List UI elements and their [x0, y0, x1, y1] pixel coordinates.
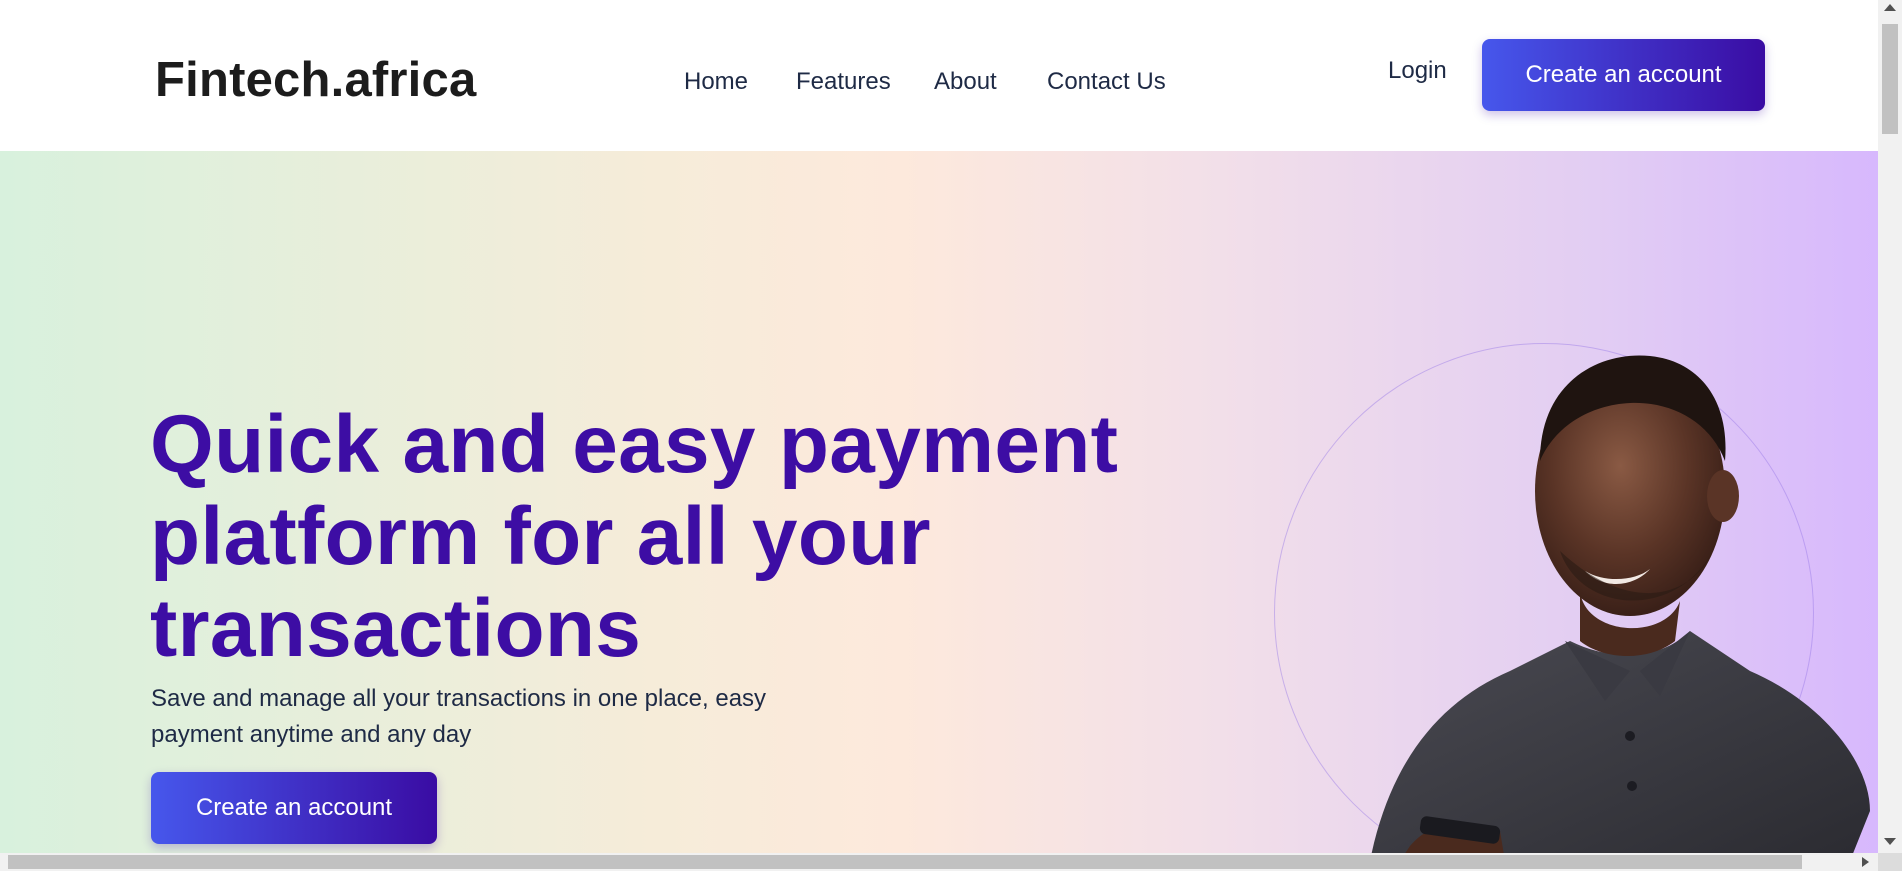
- vertical-scrollbar[interactable]: [1878, 0, 1902, 853]
- horizontal-scrollbar-thumb[interactable]: [8, 855, 1802, 869]
- nav-item-home[interactable]: Home: [684, 68, 748, 96]
- hero-subtext: Save and manage all your transactions in…: [151, 685, 767, 748]
- scrollbar-corner: [1878, 853, 1902, 871]
- site-header: Fintech.africa Home Features About Conta…: [0, 0, 1878, 151]
- vertical-scrollbar-thumb[interactable]: [1882, 24, 1898, 134]
- hero-headline: Quick and easy payment platform for all …: [150, 399, 1119, 674]
- login-link[interactable]: Login: [1388, 57, 1447, 85]
- hero-create-account-button[interactable]: Create an account: [151, 772, 437, 844]
- page-viewport: Fintech.africa Home Features About Conta…: [0, 0, 1878, 853]
- chevron-down-icon[interactable]: [1884, 838, 1896, 845]
- create-account-button[interactable]: Create an account: [1482, 39, 1765, 111]
- horizontal-scrollbar[interactable]: [0, 853, 1878, 871]
- chevron-right-icon[interactable]: [1862, 857, 1869, 867]
- nav-item-features[interactable]: Features: [796, 68, 891, 96]
- nav-item-contact-us[interactable]: Contact Us: [1047, 68, 1166, 96]
- hero-section: Quick and easy payment platform for all …: [0, 151, 1878, 853]
- nav-item-about[interactable]: About: [934, 68, 997, 96]
- chevron-up-icon[interactable]: [1884, 4, 1896, 11]
- hero-person-image: [1371, 355, 1870, 853]
- logo[interactable]: Fintech.africa: [155, 52, 476, 108]
